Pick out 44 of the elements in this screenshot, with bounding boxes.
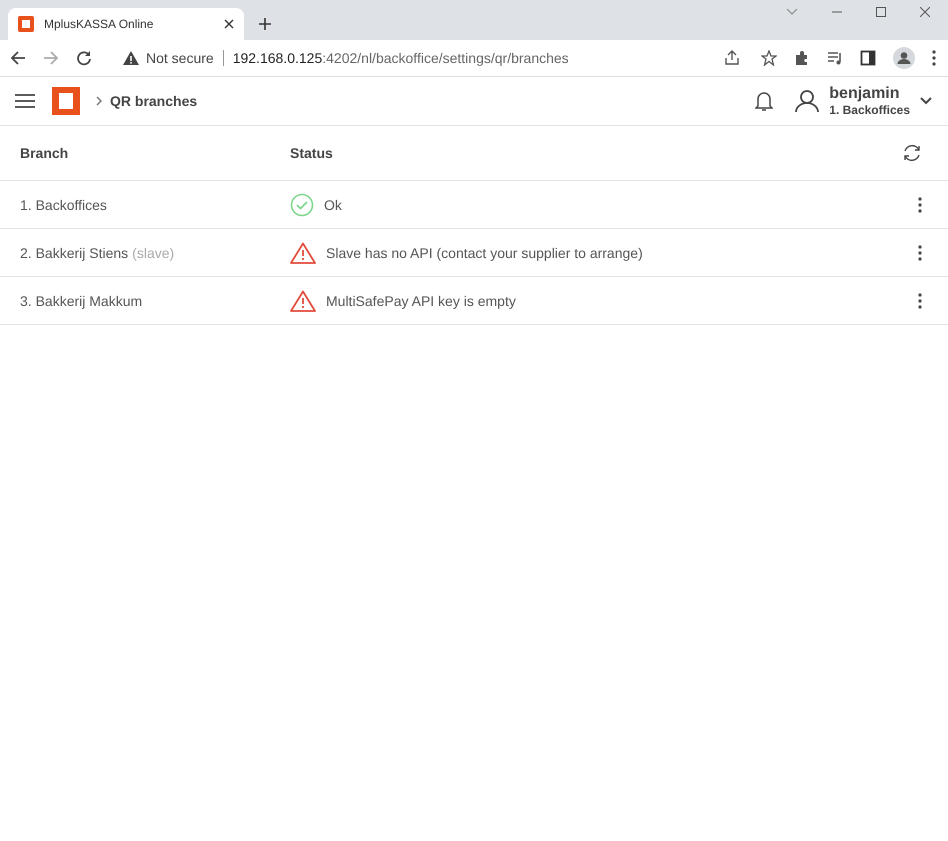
browser-tab[interactable]: MplusKASSA Online <box>8 8 244 40</box>
tab-title: MplusKASSA Online <box>44 17 154 31</box>
chevron-right-icon <box>96 96 102 106</box>
sidebar-icon[interactable] <box>860 50 876 66</box>
more-icon[interactable] <box>918 292 922 308</box>
branch-name: 3. Bakkerij Makkum <box>20 292 144 308</box>
puzzle-icon[interactable] <box>794 50 810 66</box>
status-text: Slave has no API (contact your supplier to arrange) <box>326 244 643 260</box>
menu-icon[interactable] <box>15 93 35 109</box>
reload-icon[interactable] <box>76 50 92 66</box>
user-icon[interactable] <box>795 89 820 113</box>
share-icon[interactable] <box>724 50 740 66</box>
new-tab-icon[interactable] <box>259 18 271 30</box>
check-circle-icon <box>290 192 314 216</box>
status-text: Ok <box>324 196 342 212</box>
more-icon[interactable] <box>918 196 922 212</box>
user-name[interactable]: benjamin <box>829 85 910 103</box>
app-logo-icon[interactable] <box>52 87 80 115</box>
chevron-down-icon[interactable] <box>920 97 932 105</box>
page-title: QR branches <box>110 93 198 109</box>
minimize-icon[interactable] <box>832 11 842 13</box>
star-icon[interactable] <box>761 50 777 66</box>
warning-icon <box>123 51 139 65</box>
branch-name: 2. Bakkerij Stiens (slave) <box>20 244 176 260</box>
back-icon[interactable] <box>10 50 26 66</box>
column-header: Status <box>290 145 334 161</box>
url-text[interactable]: 192.168.0.125:4202/nl/backoffice/settings/qr/branches <box>232 50 569 66</box>
playlist-icon[interactable] <box>827 50 843 66</box>
warning-icon <box>290 290 316 312</box>
column-header: Branch <box>20 145 70 161</box>
security-label[interactable]: Not secure <box>146 50 214 66</box>
more-icon[interactable] <box>932 50 936 66</box>
refresh-icon[interactable] <box>902 143 922 163</box>
bell-icon[interactable] <box>755 90 774 112</box>
close-icon[interactable] <box>224 19 234 29</box>
app-logo-icon <box>18 16 34 32</box>
user-branch[interactable]: 1. Backoffices <box>829 103 910 117</box>
warning-icon <box>290 242 316 264</box>
close-icon[interactable] <box>920 7 930 17</box>
status-text: MultiSafePay API key is empty <box>326 292 516 308</box>
branch-name: 1. Backoffices <box>20 196 108 212</box>
avatar-icon[interactable] <box>893 47 915 69</box>
more-icon[interactable] <box>918 244 922 260</box>
maximize-icon[interactable] <box>876 7 886 17</box>
